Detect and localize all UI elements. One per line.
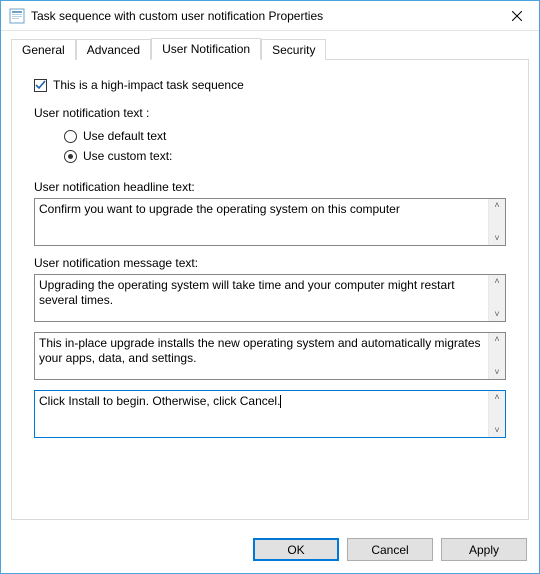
text-caret xyxy=(280,395,281,408)
apply-button[interactable]: Apply xyxy=(441,538,527,561)
message-value-2: This in-place upgrade installs the new o… xyxy=(35,333,488,379)
scrollbar[interactable]: ˄ ˅ xyxy=(488,391,505,437)
tab-panel-user-notification: This is a high-impact task sequence User… xyxy=(11,59,529,520)
headline-textarea[interactable]: Confirm you want to upgrade the operatin… xyxy=(34,198,506,246)
dialog-body: General Advanced User Notification Secur… xyxy=(1,31,539,530)
radio-custom-text-row: Use custom text: xyxy=(64,146,506,166)
radio-custom-text[interactable] xyxy=(64,150,77,163)
scrollbar[interactable]: ˄ ˅ xyxy=(488,333,505,379)
high-impact-label: This is a high-impact task sequence xyxy=(53,78,244,92)
headline-label: User notification headline text: xyxy=(34,180,506,194)
scroll-down-icon: ˅ xyxy=(494,426,499,435)
tab-security[interactable]: Security xyxy=(261,39,326,60)
message-textarea-1[interactable]: Upgrading the operating system will take… xyxy=(34,274,506,322)
high-impact-checkbox[interactable] xyxy=(34,79,47,92)
scroll-up-icon: ˄ xyxy=(494,335,499,344)
message-value-1: Upgrading the operating system will take… xyxy=(35,275,488,321)
scroll-up-icon: ˄ xyxy=(494,201,499,210)
scroll-up-icon: ˄ xyxy=(494,277,499,286)
radio-default-text-row: Use default text xyxy=(64,126,506,146)
dialog-footer: OK Cancel Apply xyxy=(1,530,539,573)
tabstrip: General Advanced User Notification Secur… xyxy=(11,39,529,60)
cancel-button[interactable]: Cancel xyxy=(347,538,433,561)
radio-default-text-label: Use default text xyxy=(83,129,166,143)
high-impact-row: This is a high-impact task sequence xyxy=(34,78,506,92)
close-button[interactable] xyxy=(494,1,539,30)
message-textarea-3[interactable]: Click Install to begin. Otherwise, click… xyxy=(34,390,506,438)
radio-custom-text-label: Use custom text: xyxy=(83,149,172,163)
message-textarea-2[interactable]: This in-place upgrade installs the new o… xyxy=(34,332,506,380)
user-notification-text-label: User notification text : xyxy=(34,106,506,120)
app-icon xyxy=(9,8,25,24)
tab-general[interactable]: General xyxy=(11,39,76,60)
scroll-down-icon: ˅ xyxy=(494,368,499,377)
tab-user-notification[interactable]: User Notification xyxy=(151,38,261,60)
scrollbar[interactable]: ˄ ˅ xyxy=(488,199,505,245)
scroll-down-icon: ˅ xyxy=(494,234,499,243)
properties-dialog: Task sequence with custom user notificat… xyxy=(0,0,540,574)
scrollbar[interactable]: ˄ ˅ xyxy=(488,275,505,321)
window-title: Task sequence with custom user notificat… xyxy=(31,9,494,23)
message-value-3: Click Install to begin. Otherwise, click… xyxy=(35,391,488,437)
message-label: User notification message text: xyxy=(34,256,506,270)
titlebar: Task sequence with custom user notificat… xyxy=(1,1,539,31)
ok-button[interactable]: OK xyxy=(253,538,339,561)
notification-text-radio-group: Use default text Use custom text: xyxy=(64,126,506,166)
tab-advanced[interactable]: Advanced xyxy=(76,39,151,60)
scroll-up-icon: ˄ xyxy=(494,393,499,402)
scroll-down-icon: ˅ xyxy=(494,310,499,319)
radio-default-text[interactable] xyxy=(64,130,77,143)
headline-value: Confirm you want to upgrade the operatin… xyxy=(35,199,488,245)
